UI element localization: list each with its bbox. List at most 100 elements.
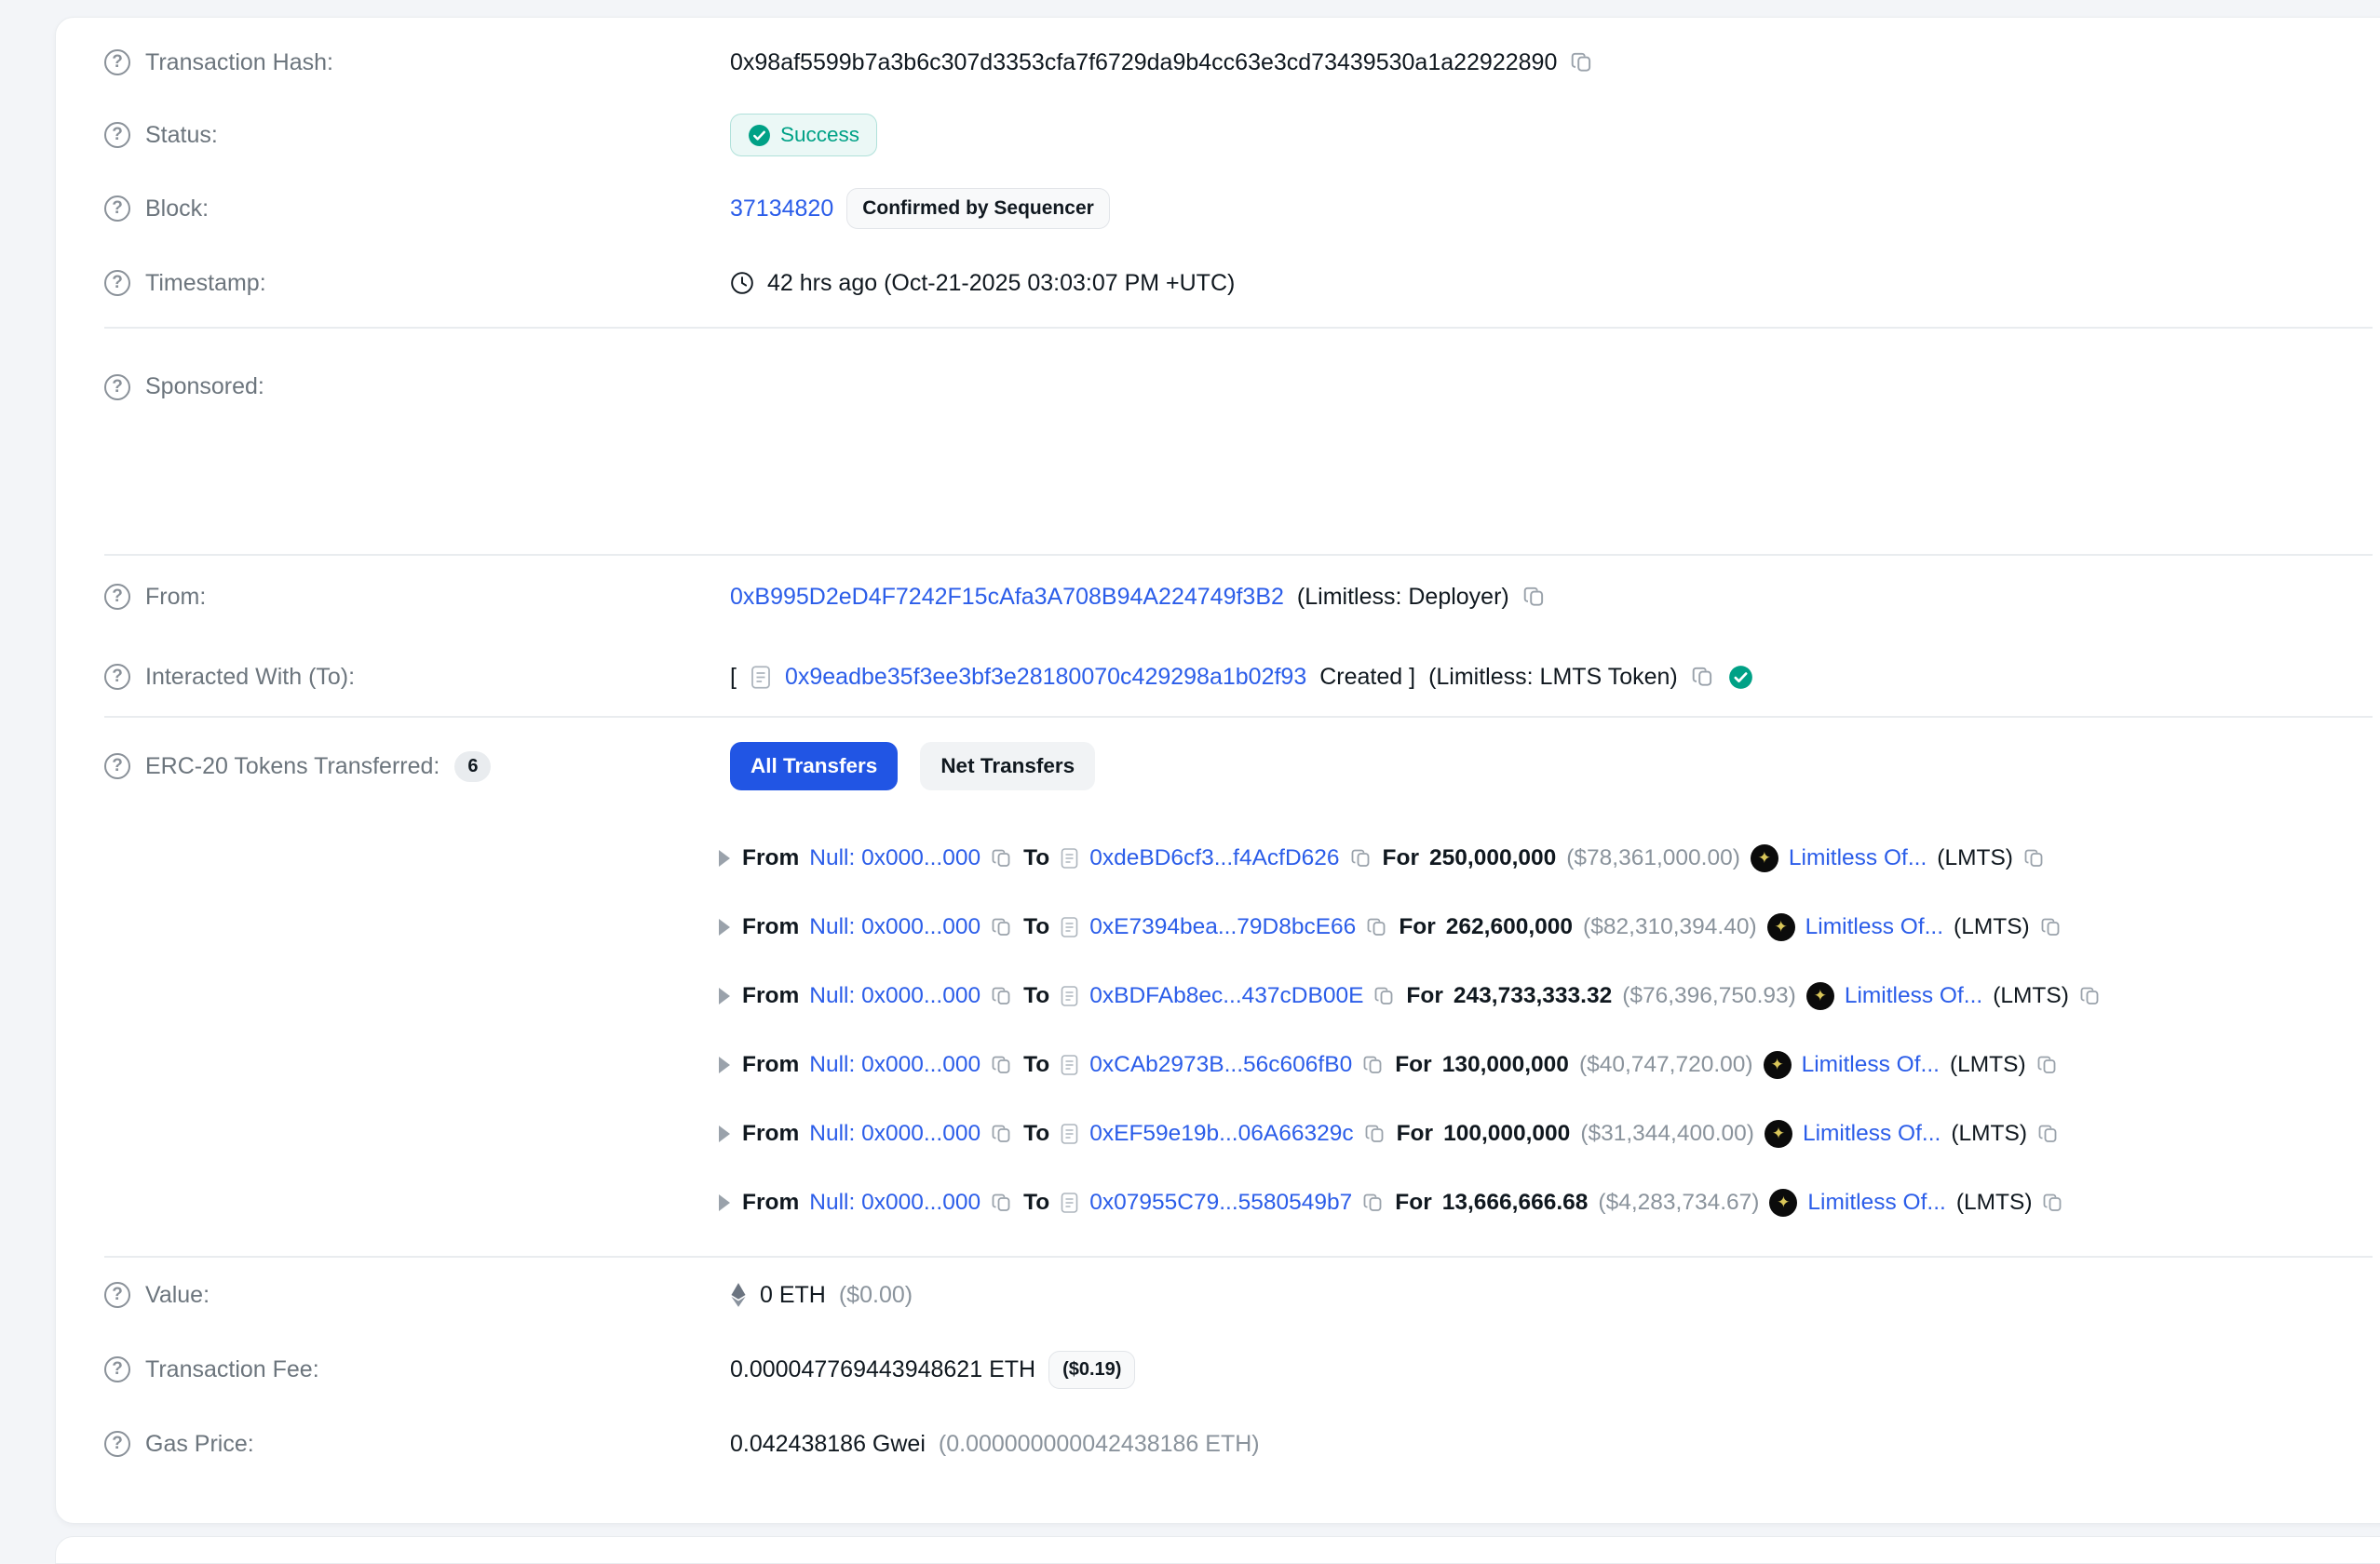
- row-block: ? Block: 37134820 Confirmed by Sequencer: [104, 172, 2380, 245]
- copy-token-button[interactable]: [2042, 1192, 2064, 1214]
- status-label: Status:: [145, 122, 218, 149]
- transfer-from-link[interactable]: Null: 0x000...000: [809, 983, 980, 1009]
- help-icon[interactable]: ?: [104, 196, 130, 222]
- expand-arrow-icon[interactable]: [719, 1126, 730, 1142]
- transaction-hash-value: 0x98af5599b7a3b6c307d3353cfa7f6729da9b4c…: [730, 49, 1557, 76]
- transfer-to-link[interactable]: 0x07955C79...5580549b7: [1089, 1190, 1352, 1216]
- transfer-usd: ($76,396,750.93): [1622, 983, 1796, 1009]
- copy-token-button[interactable]: [2036, 1054, 2059, 1076]
- transfer-amount: 13,666,666.68: [1442, 1190, 1589, 1216]
- transfer-from-link[interactable]: Null: 0x000...000: [809, 1121, 980, 1147]
- expand-arrow-icon[interactable]: [719, 988, 730, 1004]
- token-logo-icon: ✦: [1765, 1120, 1792, 1148]
- transfer-from-link[interactable]: Null: 0x000...000: [809, 1190, 980, 1216]
- block-number-link[interactable]: 37134820: [730, 196, 833, 222]
- timestamp-label: Timestamp:: [145, 270, 266, 297]
- copy-address-button[interactable]: [1362, 1192, 1385, 1214]
- expand-arrow-icon[interactable]: [719, 850, 730, 867]
- help-icon[interactable]: ?: [104, 49, 130, 75]
- bracket-open: [: [730, 664, 737, 691]
- token-symbol: (LMTS): [1956, 1190, 2033, 1216]
- status-badge: Success: [730, 114, 877, 156]
- from-word: From: [742, 1052, 799, 1078]
- token-name-link[interactable]: Limitless Of...: [1805, 914, 1943, 940]
- transaction-fee-label: Transaction Fee:: [145, 1356, 319, 1383]
- copy-icon: [2040, 916, 2062, 938]
- token-name-link[interactable]: Limitless Of...: [1845, 983, 1982, 1009]
- copy-icon: [1362, 1192, 1385, 1214]
- help-icon[interactable]: ?: [104, 664, 130, 690]
- token-symbol: (LMTS): [1993, 983, 2069, 1009]
- copy-contract-address-button[interactable]: [1691, 665, 1715, 689]
- transfer-usd: ($4,283,734.67): [1598, 1190, 1759, 1216]
- for-word: For: [1399, 914, 1435, 940]
- copy-address-button[interactable]: [991, 1054, 1013, 1076]
- transfer-amount: 243,733,333.32: [1454, 983, 1612, 1009]
- from-word: From: [742, 983, 799, 1009]
- transfer-to-link[interactable]: 0xCAb2973B...56c606fB0: [1089, 1052, 1352, 1078]
- token-logo-icon: ✦: [1767, 913, 1795, 941]
- copy-address-button[interactable]: [991, 985, 1013, 1007]
- copy-address-button[interactable]: [1373, 985, 1396, 1007]
- expand-arrow-icon[interactable]: [719, 1057, 730, 1073]
- copy-hash-button[interactable]: [1570, 50, 1594, 74]
- for-word: For: [1383, 845, 1419, 871]
- copy-address-button[interactable]: [1364, 1123, 1386, 1145]
- copy-address-button[interactable]: [991, 1192, 1013, 1214]
- tab-all-transfers[interactable]: All Transfers: [730, 742, 898, 790]
- copy-address-button[interactable]: [991, 847, 1013, 870]
- transfer-to-link[interactable]: 0xEF59e19b...06A66329c: [1089, 1121, 1353, 1147]
- help-icon[interactable]: ?: [104, 584, 130, 610]
- help-icon[interactable]: ?: [104, 270, 130, 296]
- help-icon[interactable]: ?: [104, 1356, 130, 1382]
- row-sponsored: ? Sponsored:: [104, 329, 2380, 554]
- copy-address-button[interactable]: [1366, 916, 1388, 938]
- transfer-row: From Null: 0x000...000 To 0xCAb2973B...5…: [719, 1031, 2380, 1099]
- value-label: Value:: [145, 1282, 210, 1309]
- for-word: For: [1395, 1190, 1431, 1216]
- copy-address-button[interactable]: [991, 1123, 1013, 1145]
- interacted-contract-link[interactable]: 0x9eadbe35f3ee3bf3e28180070c429298a1b02f…: [785, 664, 1306, 691]
- token-name-link[interactable]: Limitless Of...: [1807, 1190, 1945, 1216]
- copy-icon: [2079, 985, 2102, 1007]
- copy-address-button[interactable]: [1350, 847, 1373, 870]
- copy-from-address-button[interactable]: [1522, 585, 1547, 609]
- expand-arrow-icon[interactable]: [719, 1194, 730, 1211]
- transfer-to-link[interactable]: 0xBDFAb8ec...437cDB00E: [1089, 983, 1363, 1009]
- from-address-name: (Limitless: Deployer): [1297, 584, 1509, 611]
- help-icon[interactable]: ?: [104, 122, 130, 148]
- help-icon[interactable]: ?: [104, 1431, 130, 1457]
- next-section-card: [55, 1536, 2380, 1564]
- tab-net-transfers[interactable]: Net Transfers: [920, 742, 1095, 790]
- copy-address-button[interactable]: [1362, 1054, 1385, 1076]
- contract-icon: [750, 665, 772, 690]
- copy-token-button[interactable]: [2040, 916, 2062, 938]
- copy-token-button[interactable]: [2037, 1123, 2060, 1145]
- transfer-amount: 100,000,000: [1443, 1121, 1570, 1147]
- help-icon[interactable]: ?: [104, 753, 130, 779]
- token-name-link[interactable]: Limitless Of...: [1803, 1121, 1941, 1147]
- transfer-to-link[interactable]: 0xE7394bea...79D8bcE66: [1089, 914, 1356, 940]
- copy-token-button[interactable]: [2023, 847, 2046, 870]
- help-icon[interactable]: ?: [104, 1282, 130, 1308]
- copy-token-button[interactable]: [2079, 985, 2102, 1007]
- from-word: From: [742, 845, 799, 871]
- copy-icon: [991, 1123, 1013, 1145]
- token-name-link[interactable]: Limitless Of...: [1789, 845, 1927, 871]
- transfer-from-link[interactable]: Null: 0x000...000: [809, 845, 980, 871]
- row-interacted-with: ? Interacted With (To): [ 0x9eadbe35f3ee…: [104, 638, 2380, 716]
- interacted-contract-name: (Limitless: LMTS Token): [1428, 664, 1678, 691]
- transfer-to-link[interactable]: 0xdeBD6cf3...f4AcfD626: [1089, 845, 1339, 871]
- contract-icon: [1060, 847, 1079, 870]
- copy-icon: [1364, 1123, 1386, 1145]
- expand-arrow-icon[interactable]: [719, 919, 730, 936]
- transaction-fee-amount: 0.000047769443948621 ETH: [730, 1356, 1035, 1383]
- token-name-link[interactable]: Limitless Of...: [1802, 1052, 1940, 1078]
- from-address-link[interactable]: 0xB995D2eD4F7242F15cAfa3A708B94A224749f3…: [730, 584, 1284, 611]
- token-symbol: (LMTS): [1950, 1052, 2026, 1078]
- transfer-from-link[interactable]: Null: 0x000...000: [809, 914, 980, 940]
- help-icon[interactable]: ?: [104, 374, 130, 400]
- transfer-from-link[interactable]: Null: 0x000...000: [809, 1052, 980, 1078]
- copy-icon: [1373, 985, 1396, 1007]
- copy-address-button[interactable]: [991, 916, 1013, 938]
